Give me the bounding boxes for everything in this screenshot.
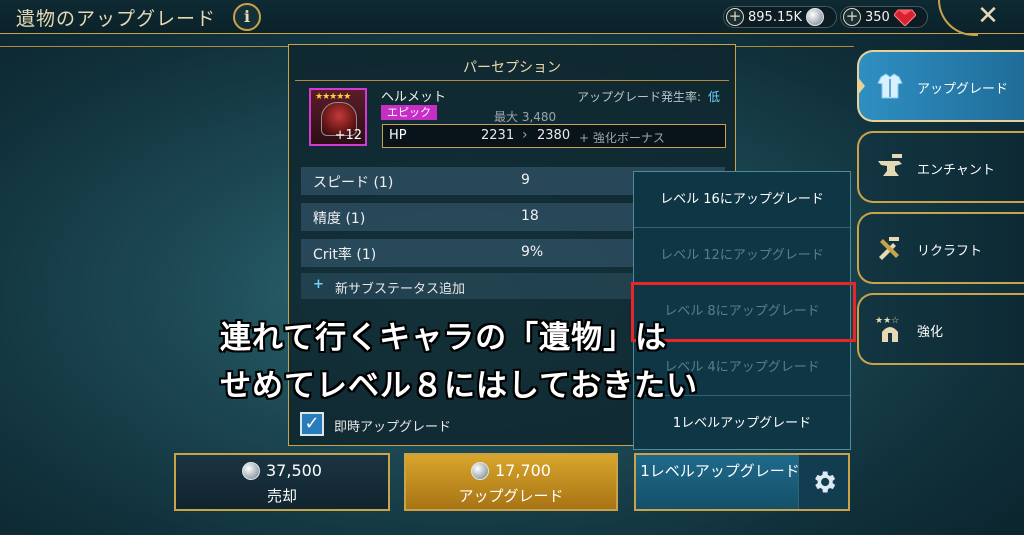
star-rating: ★★★★★ [315,92,351,102]
substat-name: Crit率 (1) [313,247,377,263]
silver-coin-icon [806,8,825,26]
main-stat-current: 2231 [481,128,515,143]
svg-text:★★☆: ★★☆ [875,316,899,326]
add-substat-label: 新サブステータス追加 [335,282,466,297]
one-level-label: 1レベルアップグレード [640,462,800,480]
artifact-level: +12 [334,128,362,143]
gem-counter: + 350 [840,6,928,28]
sell-price-value: 37,500 [266,461,322,480]
set-name: パーセプション [463,60,561,76]
caption-line-2: せめてレベル８にはしておきたい [220,368,699,404]
tab-label: エンチャント [917,163,995,178]
info-button[interactable]: i [233,3,261,31]
substat-name: スピード (1) [313,175,394,191]
upgrade-label: アップグレード [458,487,564,505]
tab-label: 強化 [917,325,944,340]
frame-line-left [0,46,288,47]
silver-amount: 895.15K [748,9,803,25]
main-stat-name: HP [389,128,407,143]
substat-value: 18 [521,208,539,224]
sell-label: 売却 [266,487,297,505]
artifact-name: ヘルメット [381,90,447,105]
artifact-icon[interactable]: ★★★★★ +12 [309,88,367,146]
upgrade-rate-label: アップグレード発生率: [577,90,702,104]
plus-icon: + [313,277,324,292]
tab-upgrade[interactable]: アップグレード [857,50,1024,122]
top-bar: 遺物のアップグレード i + 895.15K + 350 ✕ [0,0,1024,36]
close-button[interactable]: ✕ [974,2,1002,30]
one-level-upgrade-button[interactable]: 1レベルアップグレード [634,453,850,511]
menu-item-level-16[interactable]: レベル 16にアップグレード [634,172,850,228]
gem-amount: 350 [865,9,890,25]
instant-upgrade-label: 即時アップグレード [334,420,452,435]
title-divider [295,80,729,81]
page-title: 遺物のアップグレード [16,8,217,30]
header-ornament [938,0,978,36]
chevron-right-icon: › [522,127,528,143]
star-helmet-icon: ★★☆ [875,316,899,342]
active-tab-indicator [857,76,865,96]
rarity-badge: エピック [381,105,437,120]
sell-price: 37,500 [176,461,388,480]
anvil-icon [878,154,902,176]
silver-coin-icon [242,461,260,480]
main-stat-next: 2380 [537,128,571,143]
silver-counter: + 895.15K [723,6,837,28]
silver-coin-icon [471,461,489,480]
tab-label: リクラフト [917,244,983,259]
tab-enchant[interactable]: エンチャント [857,131,1024,203]
substat-value: 9 [521,172,530,188]
instant-upgrade-checkbox[interactable]: ✓ [300,412,324,436]
add-gems-button[interactable]: + [843,8,861,26]
upgrade-price: 17,700 [406,461,616,480]
upgrade-price-value: 17,700 [495,461,551,480]
frame-line-right [736,46,854,47]
tab-label: アップグレード [917,82,1009,97]
upgrade-settings-button[interactable] [798,455,848,509]
caption-line-1: 連れて行くキャラの「遺物」は [220,320,668,356]
sell-button[interactable]: 37,500 売却 [174,453,390,511]
gear-icon [814,471,835,493]
substat-name: 精度 (1) [313,211,366,227]
add-silver-button[interactable]: + [726,8,744,26]
main-stat-row: HP 2231 › 2380 + 強化ボーナス [382,124,726,148]
tools-icon [879,237,899,260]
ruby-gem-icon [893,9,916,26]
substat-value: 9% [521,244,544,260]
max-value: 最大 3,480 [494,110,557,124]
enhance-bonus: + 強化ボーナス [579,131,665,145]
upgrade-button[interactable]: 17,700 アップグレード [404,453,618,511]
menu-item-level-12: レベル 12にアップグレード [634,228,850,284]
upgrade-rate-value: 低 [708,90,721,104]
armor-icon [877,73,903,99]
tab-reforge[interactable]: リクラフト [857,212,1024,284]
tab-ascend[interactable]: ★★☆ 強化 [857,293,1024,365]
